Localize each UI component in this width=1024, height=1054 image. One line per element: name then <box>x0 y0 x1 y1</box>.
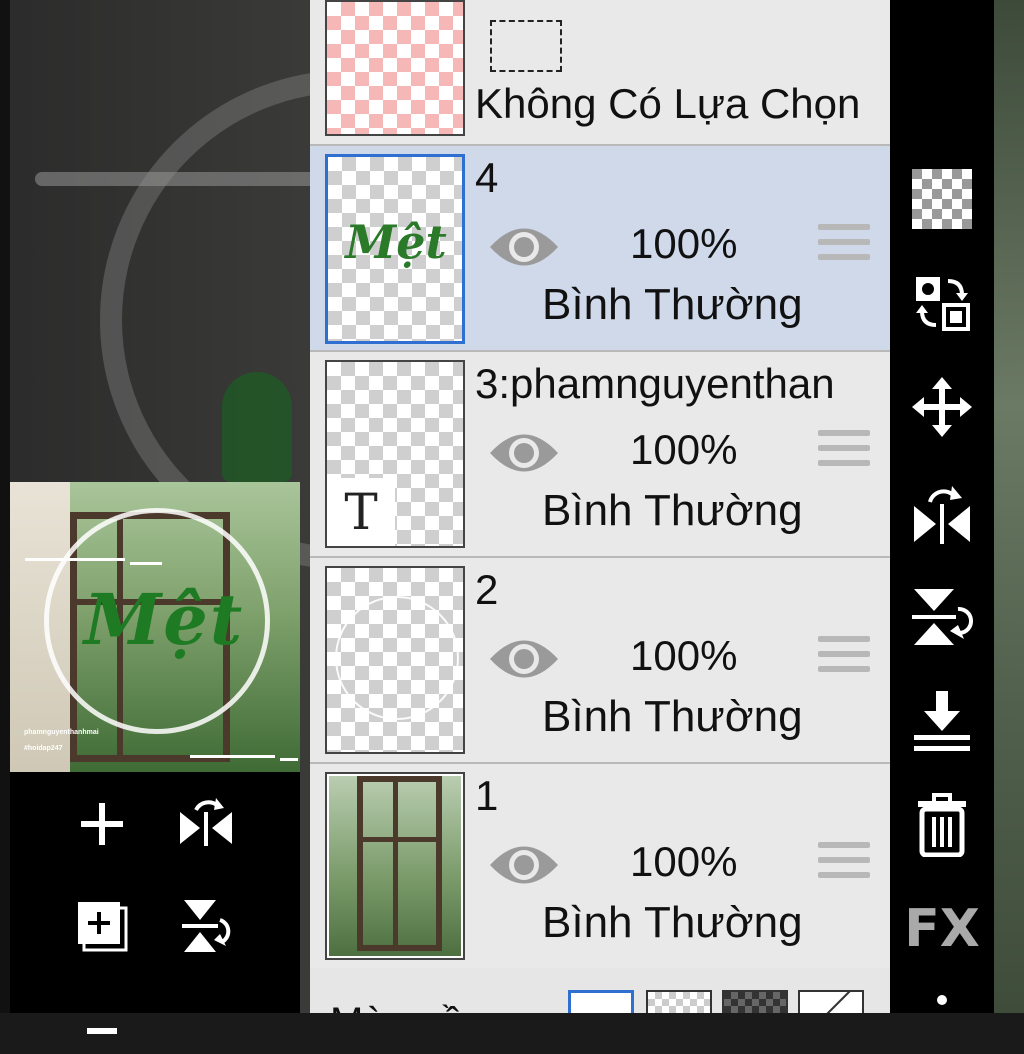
left-toolbar <box>10 772 300 1034</box>
canvas-preview[interactable]: Mệt phamnguyenthanhmai #hoidap247 <box>10 482 300 772</box>
add-layer-icon[interactable] <box>72 794 132 854</box>
layer-opacity[interactable]: 100% <box>630 426 737 474</box>
visibility-eye-icon[interactable] <box>488 836 560 894</box>
merge-down-icon[interactable] <box>907 686 977 756</box>
photo-window <box>357 776 442 951</box>
layer-blend-mode[interactable]: Bình Thường <box>542 280 803 330</box>
layer-opacity[interactable]: 100% <box>630 632 737 680</box>
more-left-icon[interactable] <box>72 994 132 1054</box>
background-color-label: Màu nền <box>330 1000 486 1013</box>
more-icon[interactable] <box>907 990 977 1013</box>
canvas-leaf-shape <box>222 372 292 482</box>
preview-caption-name: phamnguyenthanhmai <box>24 729 99 736</box>
visibility-eye-icon[interactable] <box>488 630 560 688</box>
preview-caption-tag: #hoidap247 <box>24 745 63 752</box>
layer-name: 3:phamnguyenthan <box>475 360 835 407</box>
preview-line <box>190 755 275 758</box>
preview-line <box>25 558 125 561</box>
layer-thumbnail[interactable] <box>325 772 465 960</box>
flip-horizontal-icon[interactable] <box>907 478 977 548</box>
layer-thumb-photo <box>329 776 461 956</box>
layer-name: 2 <box>475 566 499 613</box>
layer-name: 1 <box>475 772 499 819</box>
flip-vertical-icon[interactable] <box>176 896 236 956</box>
layer-name: 4 <box>475 154 499 201</box>
move-icon[interactable] <box>907 372 977 442</box>
layer-row[interactable]: 1 100% Bình Thường <box>310 764 890 970</box>
flip-horizontal-icon[interactable] <box>176 792 236 852</box>
layer-opacity[interactable]: 100% <box>630 220 737 268</box>
bg-swatch-transparent[interactable] <box>646 990 712 1013</box>
layer-row[interactable]: 2 100% Bình Thường <box>310 558 890 764</box>
layer-thumbnail[interactable] <box>325 566 465 754</box>
bg-swatch-none[interactable] <box>798 990 864 1013</box>
visibility-eye-icon[interactable] <box>488 424 560 482</box>
layer-blend-mode[interactable]: Bình Thường <box>542 692 803 742</box>
right-toolbar: FX <box>890 0 994 1013</box>
selection-layer[interactable]: Không Có Lựa Chọn <box>310 0 890 146</box>
layer-row[interactable]: Mệt 4 100% Bình Thường <box>310 146 890 352</box>
drag-handle-icon[interactable] <box>818 430 870 474</box>
preview-line <box>130 562 162 565</box>
layers-panel: Không Có Lựa Chọn Mệt 4 100% Bình Thường… <box>310 0 890 1013</box>
layer-row[interactable]: T 3:phamnguyenthan 100% Bình Thường <box>310 352 890 558</box>
checker-icon[interactable] <box>907 164 977 234</box>
background-color-row: Màu nền <box>310 968 890 1013</box>
selection-status: Không Có Lựa Chọn <box>475 80 861 127</box>
bg-swatch-dark[interactable] <box>722 990 788 1013</box>
selection-rect-icon <box>490 20 562 72</box>
visibility-eye-icon[interactable] <box>488 218 560 276</box>
left-edge <box>0 0 10 1013</box>
layer-thumb-ring <box>335 596 459 720</box>
trash-icon[interactable] <box>907 790 977 860</box>
drag-handle-icon[interactable] <box>818 224 870 268</box>
layer-blend-mode[interactable]: Bình Thường <box>542 898 803 948</box>
layer-thumbnail[interactable]: Mệt <box>325 154 465 344</box>
layer-blend-mode[interactable]: Bình Thường <box>542 486 803 536</box>
layer-thumb-word: Mệt <box>345 215 447 269</box>
preview-word: Mệt <box>83 578 245 661</box>
layer-opacity[interactable]: 100% <box>630 838 737 886</box>
bg-swatch-white[interactable] <box>568 990 634 1013</box>
fx-icon[interactable]: FX <box>904 894 980 964</box>
add-copy-layer-icon[interactable] <box>72 896 132 956</box>
drag-handle-icon[interactable] <box>818 636 870 680</box>
text-layer-badge: T <box>327 478 395 546</box>
layer-thumbnail[interactable]: T <box>325 360 465 548</box>
selection-layer-thumbnail <box>325 0 465 136</box>
drag-handle-icon[interactable] <box>818 842 870 886</box>
swap-layer-icon[interactable] <box>907 268 977 338</box>
preview-line <box>280 758 298 761</box>
right-edge-canvas <box>994 0 1024 1013</box>
flip-vertical-icon[interactable] <box>907 582 977 652</box>
